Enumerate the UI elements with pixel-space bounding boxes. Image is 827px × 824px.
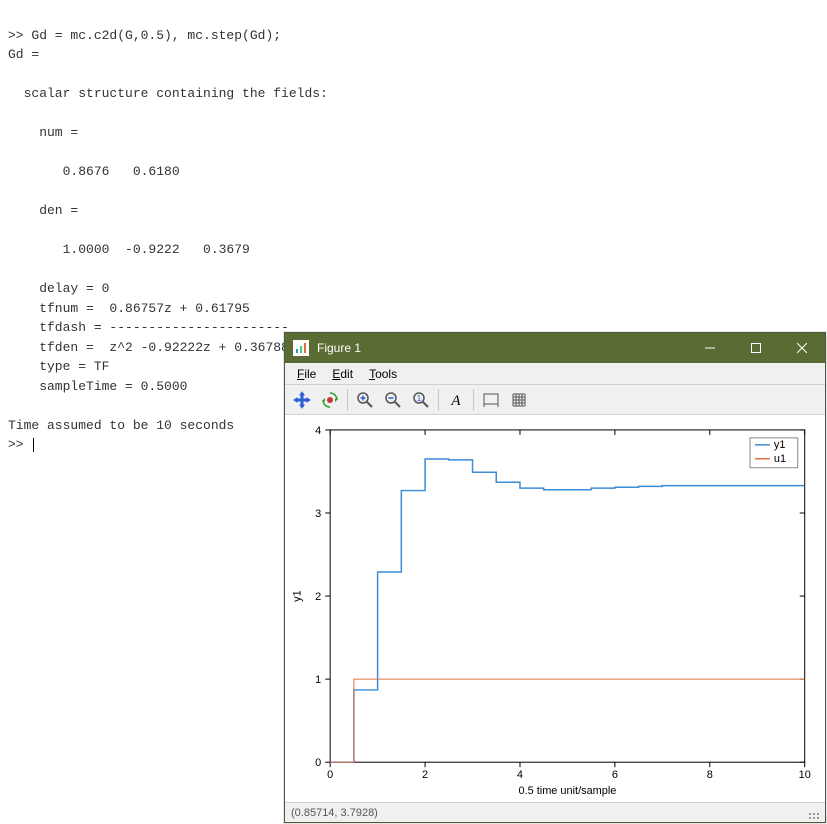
chart: 0 2 4 6 8 10 0 1 2 3 4 0.5 time unit/sample y1 y1 u1 — [285, 415, 825, 802]
code-line: 0.8676 0.6180 — [8, 164, 180, 179]
code-line: 1.0000 -0.9222 0.3679 — [8, 242, 250, 257]
maximize-button[interactable] — [733, 333, 779, 363]
text-tool-icon[interactable]: A — [443, 388, 469, 412]
code-line: type = TF — [8, 359, 109, 374]
svg-text:0.5 time unit/sample: 0.5 time unit/sample — [518, 785, 616, 797]
code-line: scalar structure containing the fields: — [8, 86, 328, 101]
svg-text:0: 0 — [327, 769, 333, 781]
close-button[interactable] — [779, 333, 825, 363]
svg-text:8: 8 — [707, 769, 713, 781]
menu-edit[interactable]: Edit — [324, 365, 361, 383]
code-line: num = — [8, 125, 78, 140]
svg-text:4: 4 — [517, 769, 523, 781]
titlebar[interactable]: Figure 1 — [285, 333, 825, 363]
svg-text:2: 2 — [422, 769, 428, 781]
svg-text:4: 4 — [315, 425, 321, 437]
code-line: tfden = z^2 -0.92222z + 0.36788 — [8, 340, 289, 355]
code-line: >> Gd = mc.c2d(G,0.5), mc.step(Gd); — [8, 28, 281, 43]
code-line: den = — [8, 203, 78, 218]
code-line: tfdash = ----------------------- — [8, 320, 289, 335]
code-line: tfnum = 0.86757z + 0.61795 — [8, 301, 250, 316]
svg-text:1: 1 — [417, 394, 422, 403]
code-line: delay = 0 — [8, 281, 109, 296]
grid-tool-icon[interactable] — [506, 388, 532, 412]
rotate-tool-icon[interactable] — [317, 388, 343, 412]
svg-text:y1: y1 — [291, 590, 303, 602]
minimize-button[interactable] — [687, 333, 733, 363]
menubar: File Edit Tools — [285, 363, 825, 385]
zoom-out-icon[interactable] — [380, 388, 406, 412]
svg-text:1: 1 — [315, 674, 321, 686]
statusbar: (0.85714, 3.7928) — [285, 802, 825, 822]
resize-grip-icon[interactable] — [807, 807, 819, 819]
toolbar: 1 A — [285, 385, 825, 415]
svg-text:10: 10 — [799, 769, 811, 781]
zoom-reset-icon[interactable]: 1 — [408, 388, 434, 412]
svg-text:2: 2 — [315, 591, 321, 603]
cursor — [33, 438, 34, 452]
plot-area[interactable]: 0 2 4 6 8 10 0 1 2 3 4 0.5 time unit/sample y1 y1 u1 — [285, 415, 825, 802]
code-line: sampleTime = 0.5000 — [8, 379, 187, 394]
menu-file[interactable]: File — [289, 365, 324, 383]
app-icon — [293, 340, 309, 356]
pan-tool-icon[interactable] — [289, 388, 315, 412]
menu-tools[interactable]: Tools — [361, 365, 405, 383]
axes-tool-icon[interactable] — [478, 388, 504, 412]
code-line: Time assumed to be 10 seconds — [8, 418, 234, 433]
svg-text:y1: y1 — [774, 439, 786, 451]
prompt[interactable]: >> — [8, 437, 31, 452]
cursor-coords: (0.85714, 3.7928) — [291, 807, 378, 819]
svg-text:A: A — [450, 393, 461, 409]
window-title: Figure 1 — [317, 341, 687, 355]
figure-window: Figure 1 File Edit Tools 1 A — [284, 332, 826, 823]
zoom-in-icon[interactable] — [352, 388, 378, 412]
svg-text:3: 3 — [315, 508, 321, 520]
svg-text:6: 6 — [612, 769, 618, 781]
svg-text:0: 0 — [315, 757, 321, 769]
svg-text:u1: u1 — [774, 453, 786, 465]
code-line: Gd = — [8, 47, 39, 62]
